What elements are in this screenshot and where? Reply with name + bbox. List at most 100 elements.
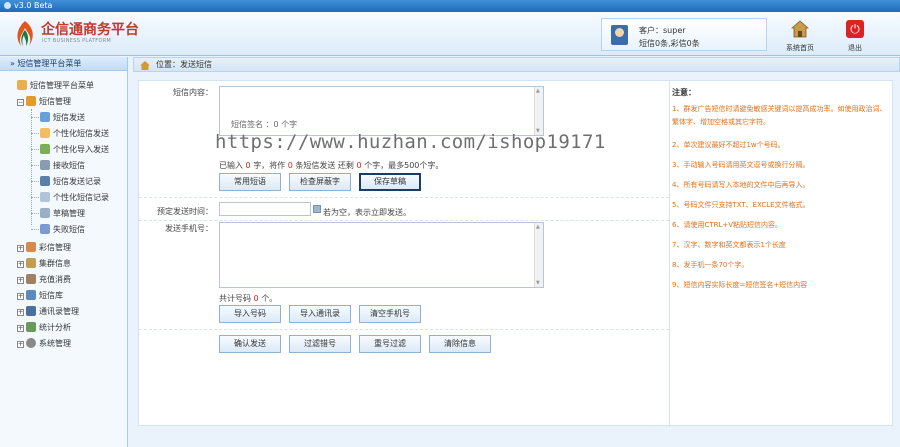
menu-root[interactable]: 短信管理平台菜单 <box>17 79 94 93</box>
expand-icon: + <box>17 293 24 300</box>
count-suffix: 个字，最多500个字。 <box>364 161 444 170</box>
sidebar-item-label: 个性化短信记录 <box>53 193 109 202</box>
menu-group-label: 彩信管理 <box>39 243 71 252</box>
schedule-label: 预定发送时间： <box>157 207 213 216</box>
menu-group-mms[interactable]: + 彩信管理 <box>17 241 71 255</box>
home-icon <box>140 61 150 70</box>
tree-branch <box>31 213 39 214</box>
draft-icon <box>40 208 50 218</box>
divider <box>139 329 669 330</box>
sidebar-item-inbox[interactable]: 接收短信 <box>40 159 85 173</box>
notes-panel: 注意： 1、群发广告短信时请避免敏感关键词以提高成功率。如使用政治词、繁体字、增… <box>672 87 892 289</box>
menu-root-label: 短信管理平台菜单 <box>30 81 94 90</box>
watermark-text: https://www.huzhan.com/ishop19171 <box>215 131 606 153</box>
dedupe-button[interactable]: 重号过滤 <box>359 335 421 353</box>
note-item: 1、群发广告短信时请避免敏感关键词以提高成功率。如使用政治词、繁体字、增加空格或… <box>672 105 887 126</box>
sidebar-item-send-records[interactable]: 短信发送记录 <box>40 175 101 189</box>
home-folder-icon <box>17 80 27 90</box>
scrollbar[interactable] <box>534 223 543 287</box>
folder-icon <box>26 96 36 106</box>
home-button[interactable]: 系统首页 <box>777 18 823 55</box>
sidebar-item-drafts[interactable]: 草稿管理 <box>40 207 85 221</box>
sidebar-item-personalized-import[interactable]: 个性化导入发送 <box>40 143 109 157</box>
user-name: 客户：super <box>639 26 686 35</box>
user-card-icon <box>611 25 628 45</box>
note-item: 6、请使用CTRL+V粘贴短信内容。 <box>672 221 783 229</box>
clear-info-button[interactable]: 清除信息 <box>429 335 491 353</box>
note-item: 9、短信内容实际长度=短信签名+短信内容 <box>672 281 808 289</box>
tree-branch <box>31 133 39 134</box>
brand-name: 企信通商务平台 <box>41 22 139 38</box>
send-icon <box>40 112 50 122</box>
common-phrases-button[interactable]: 常用短语 <box>219 173 281 191</box>
sidebar-item-sms-send[interactable]: 短信发送 <box>40 111 85 125</box>
menu-group-sms[interactable]: − 短信管理 <box>17 95 71 109</box>
sidebar-item-personalized-records[interactable]: 个性化短信记录 <box>40 191 109 205</box>
menu-group-system[interactable]: + 系统管理 <box>17 337 71 351</box>
import-icon <box>40 144 50 154</box>
contacts-icon <box>26 306 36 316</box>
total-value: 0 <box>253 294 259 303</box>
char-count-line: 已输入 0 字，将作 0 条短信发送 还剩 0 个字，最多500个字。 <box>219 160 443 171</box>
confirm-send-button[interactable]: 确认发送 <box>219 335 281 353</box>
tree-branch <box>31 181 39 182</box>
menu-group-label: 短信库 <box>39 291 63 300</box>
clear-numbers-button[interactable]: 清空手机号 <box>359 305 421 323</box>
note-item: 2、单次建议最好不超过1w个号码。 <box>672 141 785 149</box>
main-content: 位置：发送短信 短信内容： 短信签名 ：0 个字 已输入 0 字，将作 0 条短… <box>133 57 900 447</box>
menu-group-stats[interactable]: + 统计分析 <box>17 321 71 335</box>
window-title: v3.0 Beta <box>14 1 53 10</box>
mobile-numbers-textarea[interactable] <box>219 222 544 288</box>
sidebar-item-failed[interactable]: 失败短信 <box>40 223 85 237</box>
save-draft-button[interactable]: 保存草稿 <box>359 173 421 191</box>
sidebar-item-label: 短信发送记录 <box>53 177 101 186</box>
collapse-icon: − <box>17 99 24 106</box>
divider <box>139 220 669 221</box>
note-item: 4、所有号码请写入本地的文件中后再导入。 <box>672 181 810 189</box>
menu-group-label: 集群信息 <box>39 259 71 268</box>
sidebar-item-label: 短信发送 <box>53 113 85 122</box>
sidebar-item-label: 个性化导入发送 <box>53 145 109 154</box>
filter-invalid-button[interactable]: 过滤错号 <box>289 335 351 353</box>
import-contacts-button[interactable]: 导入通讯录 <box>289 305 351 323</box>
menu-group-library[interactable]: + 短信库 <box>17 289 63 303</box>
sidebar-item-label: 失败短信 <box>53 225 85 234</box>
scrollbar[interactable] <box>534 87 543 135</box>
import-numbers-button[interactable]: 导入号码 <box>219 305 281 323</box>
expand-icon: + <box>17 277 24 284</box>
menu-group-sms-label: 短信管理 <box>39 97 71 106</box>
content-label: 短信内容： <box>173 88 213 97</box>
count-mid1: 字，将作 <box>253 161 286 170</box>
tree-branch <box>31 197 39 198</box>
note-item: 7、汉字、数字和英文都表示1个长度 <box>672 241 786 249</box>
library-icon <box>26 290 36 300</box>
tree-branch <box>31 117 39 118</box>
count-prefix: 已输入 <box>219 161 243 170</box>
gear-icon <box>26 338 36 348</box>
calendar-icon[interactable] <box>313 205 321 213</box>
menu-group-cluster[interactable]: + 集群信息 <box>17 257 71 271</box>
app-header: 企信通商务平台 ICT BUSINESS PLATFORM 客户：super 短… <box>0 12 900 56</box>
record-icon <box>40 176 50 186</box>
brand-logo-icon <box>17 21 33 46</box>
sidebar-item-label: 草稿管理 <box>53 209 85 218</box>
sidebar-item-label: 接收短信 <box>53 161 85 170</box>
menu-group-label: 通讯录管理 <box>39 307 79 316</box>
schedule-time-input[interactable] <box>219 202 311 216</box>
count-value: 0 <box>245 161 251 170</box>
expand-icon: + <box>17 309 24 316</box>
note-item: 3、手动输入号码请用英文逗号或换行分隔。 <box>672 161 810 169</box>
check-blocked-words-button[interactable]: 检查屏蔽字 <box>289 173 351 191</box>
total-numbers-line: 共计号码 0 个。 <box>219 293 277 304</box>
divider <box>139 197 669 198</box>
sidebar: » 短信管理平台菜单 短信管理平台菜单 − 短信管理 短信发送 个性化短信发送 个… <box>0 57 128 447</box>
total-prefix: 共计号码 <box>219 294 251 303</box>
brand-subtitle: ICT BUSINESS PLATFORM <box>42 38 112 44</box>
note-item: 5、号码文件只支持TXT、EXCLE文件格式。 <box>672 201 810 209</box>
menu-group-recharge[interactable]: + 充值消费 <box>17 273 71 287</box>
expand-icon: + <box>17 261 24 268</box>
exit-button[interactable]: ⏻ 退出 <box>832 18 878 55</box>
sidebar-item-personalized-send[interactable]: 个性化短信发送 <box>40 127 109 141</box>
menu-group-contacts[interactable]: + 通讯录管理 <box>17 305 79 319</box>
count-mid2: 条短信发送 还剩 <box>295 161 354 170</box>
